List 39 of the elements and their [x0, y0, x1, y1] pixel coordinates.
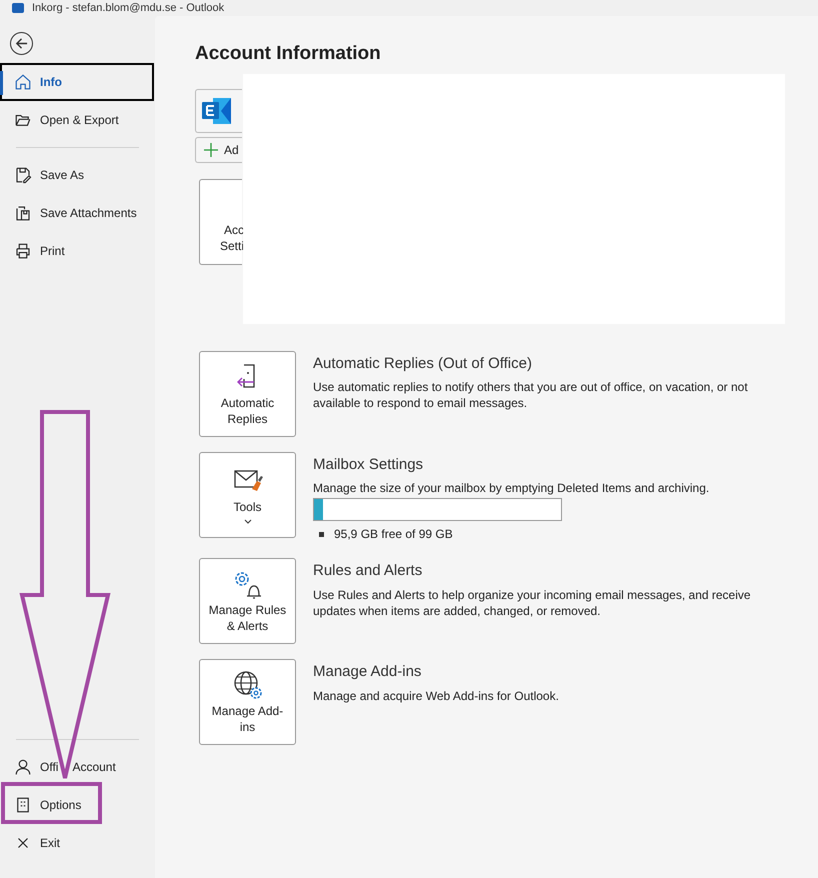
section-title: Manage Add-ins — [313, 662, 422, 682]
section-button[interactable]: Manage Rules & Alerts — [199, 558, 296, 644]
section-button[interactable]: Automatic Replies — [199, 350, 296, 436]
account-settings-button[interactable]: Acc Setti — [199, 178, 242, 264]
section-description: Manage and acquire Web Add-ins for Outlook. — [313, 688, 560, 704]
section-title: Automatic Replies (Out of Office) — [313, 354, 533, 374]
attachment-icon — [14, 204, 32, 222]
section-button[interactable]: Tools — [199, 452, 296, 538]
section-title: Rules and Alerts — [313, 561, 424, 581]
sidebar-item[interactable]: Offi Account — [0, 748, 155, 786]
back-arrow-icon — [15, 37, 28, 50]
sidebar-item[interactable]: Exit — [0, 824, 155, 862]
mailbox-free-space: 95,9 GB free of 99 GB — [334, 526, 453, 543]
sidebar-item[interactable]: Info — [0, 63, 154, 101]
app-icon — [12, 3, 24, 13]
back-button[interactable] — [10, 32, 33, 55]
add-account-button[interactable]: Ad — [195, 136, 242, 162]
plus-icon — [204, 142, 218, 156]
page-title: Account Information — [195, 42, 382, 66]
sidebar-item[interactable]: Open & Export — [0, 101, 155, 139]
exchange-logo — [201, 96, 233, 126]
sidebar-item[interactable]: Save As — [0, 156, 155, 194]
section-description: Use Rules and Alerts to help organize your incoming email messages, and receive updates when items are added, changed, or removed. — [313, 586, 752, 618]
bullet-icon — [319, 532, 324, 536]
window-title: Inkorg - stefan.blom@mdu.se - Outlook — [32, 2, 224, 14]
section-button[interactable]: Manage Add- ins — [199, 659, 296, 745]
sidebar-item[interactable]: Options — [0, 786, 155, 824]
account-selector[interactable] — [195, 88, 242, 132]
sidebar-item[interactable]: Save Attachments — [0, 194, 155, 232]
globe-gear-icon — [232, 669, 264, 701]
sidebar-item[interactable]: Print — [0, 232, 155, 270]
section-title: Mailbox Settings — [313, 454, 424, 474]
print-icon — [14, 242, 32, 260]
section-description: Use automatic replies to notify others that you are out of office, on vacation, or not available to respond to email messages. — [313, 379, 749, 411]
save-icon — [14, 166, 32, 184]
home-icon — [14, 73, 32, 91]
section-description: Manage the size of your mailbox by emptying Deleted Items and archiving. — [313, 480, 710, 496]
options-icon — [14, 796, 32, 814]
person-icon — [14, 758, 32, 776]
